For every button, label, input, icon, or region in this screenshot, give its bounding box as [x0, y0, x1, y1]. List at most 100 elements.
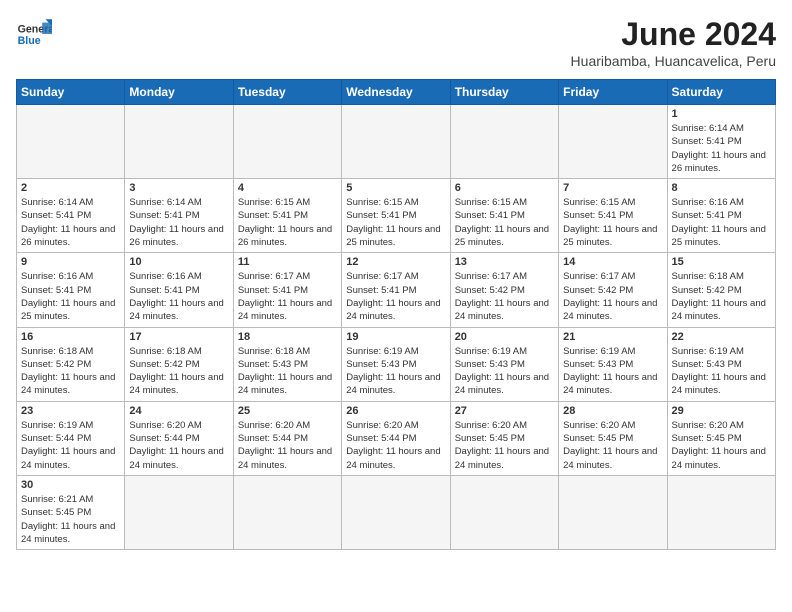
day-number: 5: [346, 182, 445, 194]
calendar-day-cell: 12 Sunrise: 6:17 AM Sunset: 5:41 PM Dayli…: [342, 253, 450, 327]
day-info: Sunrise: 6:19 AM Sunset: 5:44 PM Dayligh…: [21, 419, 120, 472]
calendar-day-cell: 24 Sunrise: 6:20 AM Sunset: 5:44 PM Dayli…: [125, 401, 233, 475]
weekday-header-thursday: Thursday: [450, 80, 558, 105]
day-number: 7: [563, 182, 662, 194]
day-number: 24: [129, 405, 228, 417]
calendar-day-cell: [559, 105, 667, 179]
calendar-day-cell: 2 Sunrise: 6:14 AM Sunset: 5:41 PM Daylig…: [17, 179, 125, 253]
calendar-week-row: 23 Sunrise: 6:19 AM Sunset: 5:44 PM Dayli…: [17, 401, 776, 475]
calendar-day-cell: [559, 475, 667, 549]
day-number: 1: [672, 108, 771, 120]
calendar-day-cell: [450, 475, 558, 549]
day-number: 10: [129, 256, 228, 268]
day-number: 6: [455, 182, 554, 194]
weekday-header-monday: Monday: [125, 80, 233, 105]
calendar-day-cell: 11 Sunrise: 6:17 AM Sunset: 5:41 PM Dayli…: [233, 253, 341, 327]
calendar-day-cell: 7 Sunrise: 6:15 AM Sunset: 5:41 PM Daylig…: [559, 179, 667, 253]
day-info: Sunrise: 6:17 AM Sunset: 5:41 PM Dayligh…: [238, 270, 337, 323]
calendar-day-cell: [17, 105, 125, 179]
calendar-day-cell: 21 Sunrise: 6:19 AM Sunset: 5:43 PM Dayli…: [559, 327, 667, 401]
calendar-day-cell: 15Sunrise: 6:18 AM Sunset: 5:42 PM Dayli…: [667, 253, 775, 327]
calendar-day-cell: 13 Sunrise: 6:17 AM Sunset: 5:42 PM Dayli…: [450, 253, 558, 327]
page-header: General Blue June 2024 Huaribamba, Huanc…: [16, 16, 776, 69]
calendar-day-cell: 18Sunrise: 6:18 AM Sunset: 5:43 PM Dayli…: [233, 327, 341, 401]
day-number: 26: [346, 405, 445, 417]
calendar-day-cell: [342, 475, 450, 549]
calendar-table: SundayMondayTuesdayWednesdayThursdayFrid…: [16, 79, 776, 550]
day-info: Sunrise: 6:17 AM Sunset: 5:42 PM Dayligh…: [455, 270, 554, 323]
day-info: Sunrise: 6:15 AM Sunset: 5:41 PM Dayligh…: [563, 196, 662, 249]
day-info: Sunrise: 6:21 AM Sunset: 5:45 PM Dayligh…: [21, 493, 120, 546]
day-info: Sunrise: 6:20 AM Sunset: 5:44 PM Dayligh…: [346, 419, 445, 472]
day-info: Sunrise: 6:19 AM Sunset: 5:43 PM Dayligh…: [563, 345, 662, 398]
svg-text:Blue: Blue: [18, 35, 41, 47]
day-info: Sunrise: 6:20 AM Sunset: 5:45 PM Dayligh…: [672, 419, 771, 472]
calendar-day-cell: [125, 475, 233, 549]
day-info: Sunrise: 6:20 AM Sunset: 5:44 PM Dayligh…: [129, 419, 228, 472]
calendar-week-row: 16Sunrise: 6:18 AM Sunset: 5:42 PM Dayli…: [17, 327, 776, 401]
calendar-body: 1 Sunrise: 6:14 AM Sunset: 5:41 PM Daylig…: [17, 105, 776, 550]
day-info: Sunrise: 6:15 AM Sunset: 5:41 PM Dayligh…: [238, 196, 337, 249]
weekday-header-sunday: Sunday: [17, 80, 125, 105]
calendar-day-cell: 20 Sunrise: 6:19 AM Sunset: 5:43 PM Dayli…: [450, 327, 558, 401]
day-number: 23: [21, 405, 120, 417]
day-number: 3: [129, 182, 228, 194]
day-info: Sunrise: 6:18 AM Sunset: 5:42 PM Dayligh…: [129, 345, 228, 398]
calendar-day-cell: [125, 105, 233, 179]
day-number: 13: [455, 256, 554, 268]
day-info: Sunrise: 6:17 AM Sunset: 5:41 PM Dayligh…: [346, 270, 445, 323]
calendar-day-cell: 17Sunrise: 6:18 AM Sunset: 5:42 PM Dayli…: [125, 327, 233, 401]
calendar-week-row: 2 Sunrise: 6:14 AM Sunset: 5:41 PM Daylig…: [17, 179, 776, 253]
day-info: Sunrise: 6:16 AM Sunset: 5:41 PM Dayligh…: [129, 270, 228, 323]
calendar-header: SundayMondayTuesdayWednesdayThursdayFrid…: [17, 80, 776, 105]
day-info: Sunrise: 6:20 AM Sunset: 5:44 PM Dayligh…: [238, 419, 337, 472]
day-info: Sunrise: 6:15 AM Sunset: 5:41 PM Dayligh…: [455, 196, 554, 249]
day-info: Sunrise: 6:16 AM Sunset: 5:41 PM Dayligh…: [21, 270, 120, 323]
calendar-day-cell: 3Sunrise: 6:14 AM Sunset: 5:41 PM Daylig…: [125, 179, 233, 253]
day-info: Sunrise: 6:19 AM Sunset: 5:43 PM Dayligh…: [346, 345, 445, 398]
calendar-day-cell: 25 Sunrise: 6:20 AM Sunset: 5:44 PM Dayli…: [233, 401, 341, 475]
day-info: Sunrise: 6:15 AM Sunset: 5:41 PM Dayligh…: [346, 196, 445, 249]
calendar-day-cell: 30Sunrise: 6:21 AM Sunset: 5:45 PM Dayli…: [17, 475, 125, 549]
calendar-day-cell: 16Sunrise: 6:18 AM Sunset: 5:42 PM Dayli…: [17, 327, 125, 401]
day-info: Sunrise: 6:19 AM Sunset: 5:43 PM Dayligh…: [672, 345, 771, 398]
day-number: 4: [238, 182, 337, 194]
calendar-day-cell: [450, 105, 558, 179]
day-number: 20: [455, 331, 554, 343]
day-number: 15: [672, 256, 771, 268]
calendar-day-cell: 9Sunrise: 6:16 AM Sunset: 5:41 PM Daylig…: [17, 253, 125, 327]
day-number: 11: [238, 256, 337, 268]
calendar-day-cell: 8Sunrise: 6:16 AM Sunset: 5:41 PM Daylig…: [667, 179, 775, 253]
day-number: 25: [238, 405, 337, 417]
day-number: 14: [563, 256, 662, 268]
day-number: 2: [21, 182, 120, 194]
day-number: 12: [346, 256, 445, 268]
calendar-day-cell: 28Sunrise: 6:20 AM Sunset: 5:45 PM Dayli…: [559, 401, 667, 475]
calendar-day-cell: 6 Sunrise: 6:15 AM Sunset: 5:41 PM Daylig…: [450, 179, 558, 253]
calendar-day-cell: 22Sunrise: 6:19 AM Sunset: 5:43 PM Dayli…: [667, 327, 775, 401]
day-number: 29: [672, 405, 771, 417]
calendar-day-cell: 14Sunrise: 6:17 AM Sunset: 5:42 PM Dayli…: [559, 253, 667, 327]
day-number: 21: [563, 331, 662, 343]
day-info: Sunrise: 6:20 AM Sunset: 5:45 PM Dayligh…: [455, 419, 554, 472]
month-year-title: June 2024: [571, 16, 776, 53]
calendar-week-row: 30Sunrise: 6:21 AM Sunset: 5:45 PM Dayli…: [17, 475, 776, 549]
day-number: 27: [455, 405, 554, 417]
calendar-day-cell: [233, 105, 341, 179]
weekday-header-wednesday: Wednesday: [342, 80, 450, 105]
calendar-day-cell: [667, 475, 775, 549]
calendar-week-row: 9Sunrise: 6:16 AM Sunset: 5:41 PM Daylig…: [17, 253, 776, 327]
calendar-day-cell: 19 Sunrise: 6:19 AM Sunset: 5:43 PM Dayli…: [342, 327, 450, 401]
day-number: 19: [346, 331, 445, 343]
calendar-day-cell: [233, 475, 341, 549]
weekday-header-saturday: Saturday: [667, 80, 775, 105]
day-info: Sunrise: 6:14 AM Sunset: 5:41 PM Dayligh…: [21, 196, 120, 249]
logo: General Blue: [16, 16, 52, 52]
day-info: Sunrise: 6:19 AM Sunset: 5:43 PM Dayligh…: [455, 345, 554, 398]
weekday-header-tuesday: Tuesday: [233, 80, 341, 105]
location-subtitle: Huaribamba, Huancavelica, Peru: [571, 53, 776, 69]
title-block: June 2024 Huaribamba, Huancavelica, Peru: [571, 16, 776, 69]
calendar-day-cell: [342, 105, 450, 179]
calendar-day-cell: 5 Sunrise: 6:15 AM Sunset: 5:41 PM Daylig…: [342, 179, 450, 253]
calendar-day-cell: 4 Sunrise: 6:15 AM Sunset: 5:41 PM Daylig…: [233, 179, 341, 253]
